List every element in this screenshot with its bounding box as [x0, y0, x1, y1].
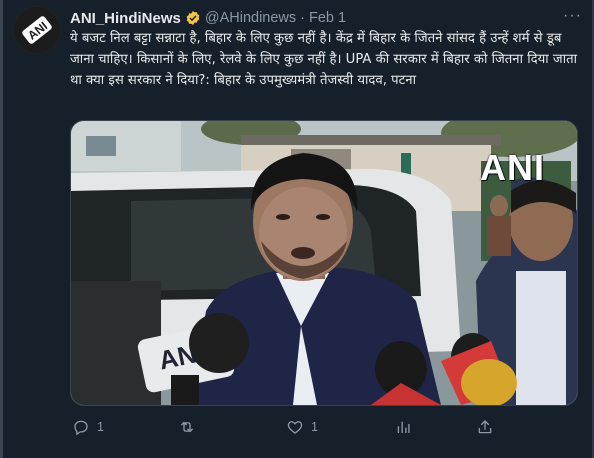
tweet-date[interactable]: Feb 1	[309, 10, 346, 26]
left-border	[0, 0, 3, 458]
like-count: 1	[311, 420, 318, 434]
retweet-icon	[181, 421, 193, 433]
like-icon	[287, 421, 303, 434]
retweet-button[interactable]	[178, 418, 203, 436]
share-button[interactable]	[476, 418, 494, 436]
tweet-header: ANI_HindiNews @AHindinews · Feb 1	[70, 8, 582, 28]
reply-button[interactable]: 1	[72, 418, 104, 436]
ani-logo-icon: ANI	[14, 7, 60, 53]
more-icon[interactable]: ···	[563, 7, 582, 25]
verified-badge-icon	[186, 11, 200, 25]
handle[interactable]: @AHindinews	[205, 10, 296, 26]
reply-count: 1	[97, 420, 104, 434]
separator-dot: ·	[300, 10, 305, 26]
tweet-text: ये बजट निल बट्टा सन्नाटा है, बिहार के लि…	[70, 31, 578, 88]
avatar[interactable]: ANI	[13, 6, 61, 54]
views-button[interactable]	[394, 418, 419, 436]
share-icon	[478, 420, 492, 434]
media-watermark: ANI	[480, 147, 545, 188]
reply-icon	[74, 420, 88, 436]
like-button[interactable]: 1	[286, 418, 318, 436]
tweet-media[interactable]: ANI ANI	[70, 120, 578, 406]
tweet-actions: 1 1	[70, 418, 500, 440]
views-icon	[397, 421, 410, 433]
display-name[interactable]: ANI_HindiNews	[70, 10, 181, 27]
